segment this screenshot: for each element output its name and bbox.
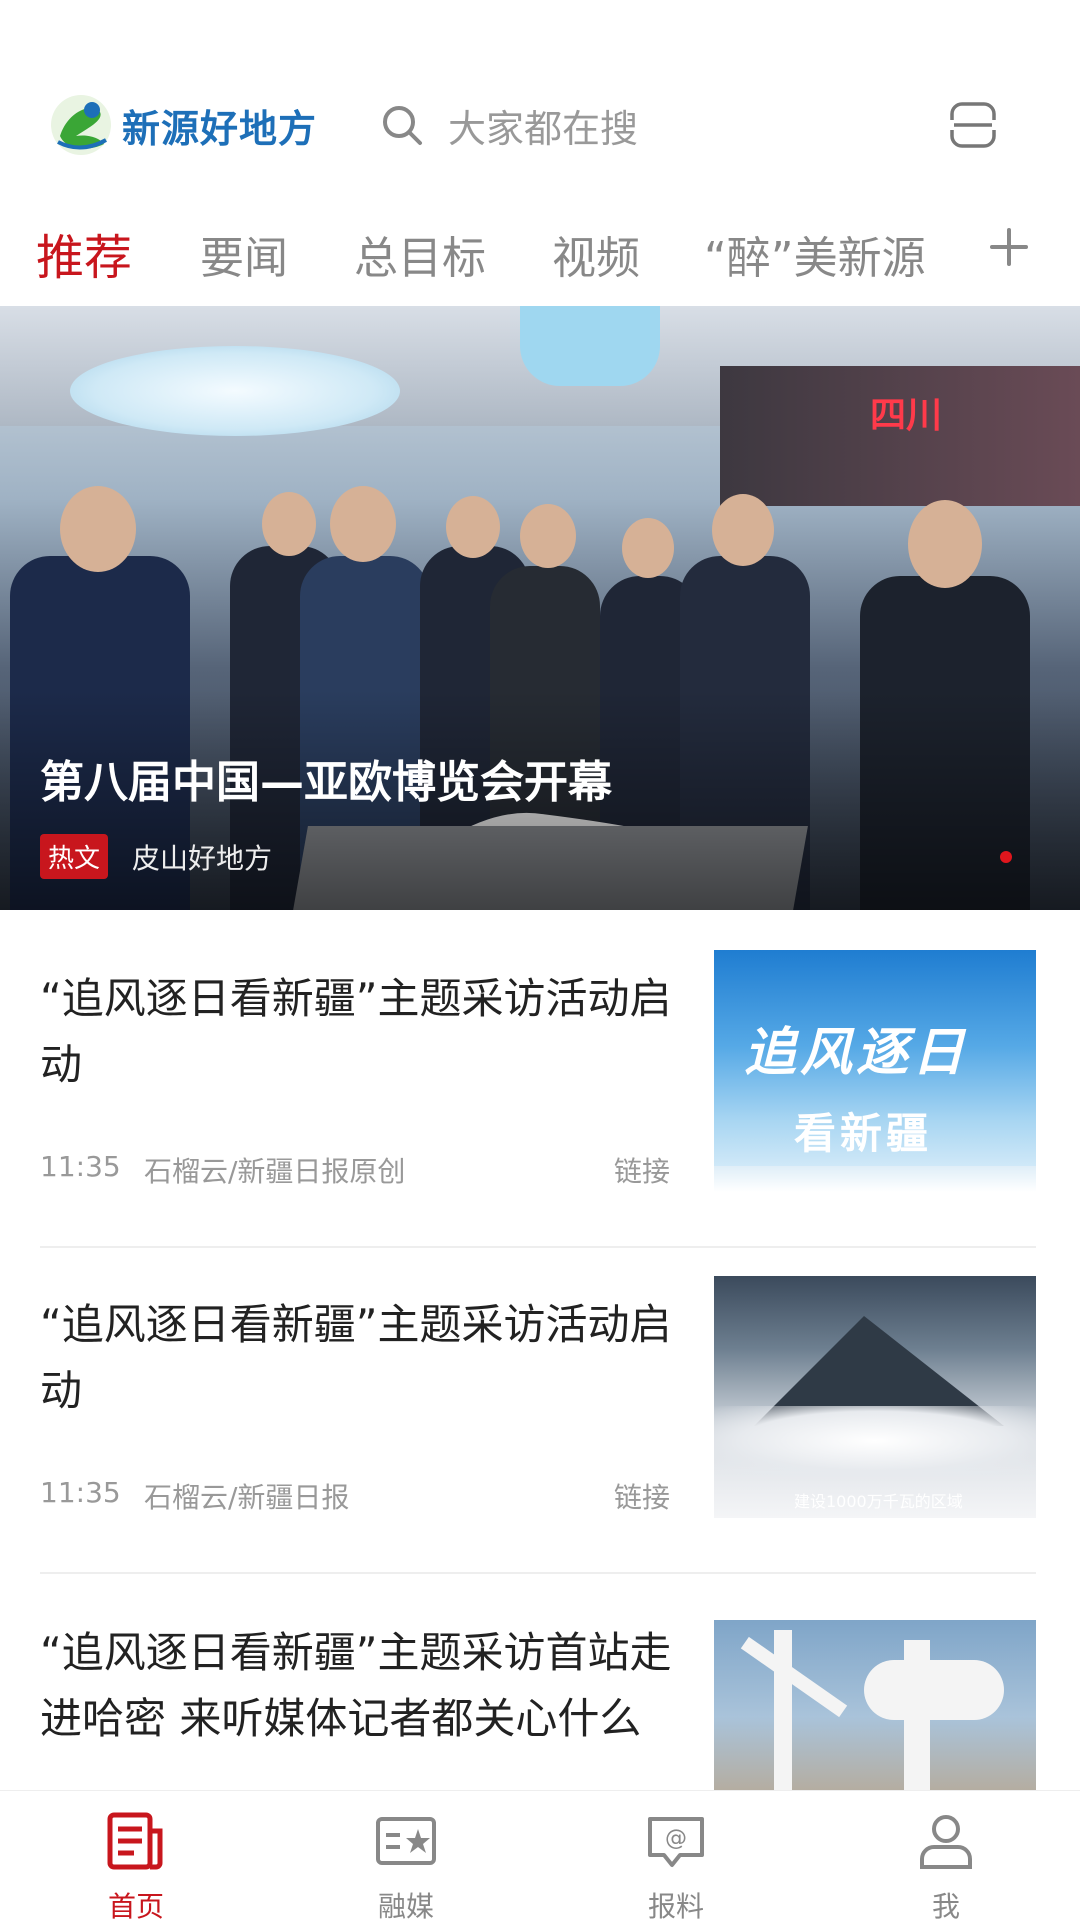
app-header: 新源好地方 大家都在搜 [0,0,1080,200]
news-item[interactable]: “追风逐日看新疆”主题采访首站走进哈密 来听媒体记者都关心什么 [0,1620,1080,1790]
news-thumbnail[interactable] [714,1620,1036,1790]
carousel-dot-active[interactable] [1000,851,1012,863]
news-time: 11:35 [40,1476,121,1509]
hero-canopy-blue [520,306,660,386]
logo-text: 新源好地方 [122,106,318,151]
news-item[interactable]: “追风逐日看新疆”主题采访活动启动 11:35 石榴云/新疆日报原创 链接 追风… [0,950,1080,1286]
turbine-blade [740,1636,848,1718]
hero-source: 皮山好地方 [132,841,273,875]
turbine-tower [774,1630,792,1790]
nav-media[interactable]: 融媒 [306,1791,506,1920]
thumb-subtitle: 看新疆 [794,1109,933,1158]
news-source: 石榴云/新疆日报原创 [144,1155,406,1188]
search-placeholder: 大家都在搜 [448,106,639,151]
nav-label: 我 [931,1890,960,1920]
news-title[interactable]: “追风逐日看新疆”主题采访活动启动 [40,1292,680,1424]
hot-badge: 热文 [40,834,109,879]
plus-icon[interactable] [984,222,1034,272]
logo-mark-icon [51,95,111,155]
hero-title[interactable]: 第八届中国—亚欧博览会开幕 [40,746,612,810]
news-thumbnail[interactable]: 建设1000万千瓦的区域 [714,1276,1036,1518]
report-chat-icon: @ [648,1817,704,1867]
user-icon [920,1815,972,1869]
scan-icon[interactable] [948,100,998,150]
thumb-cloud [714,1406,1036,1476]
tab-beautiful-xinyuan[interactable]: “醉”美新源 [704,222,926,286]
news-icon [107,1812,163,1870]
bottom-nav: 首页 融媒 @ 报料 我 [0,1790,1080,1920]
tab-recommend[interactable]: 推荐 [36,218,132,288]
channel-tabs: 推荐 要闻 总目标 视频 “醉”美新源 [0,200,1080,304]
news-link[interactable]: 链接 [614,1150,670,1190]
media-card-icon [376,1817,436,1865]
hero-booth-text: 四川 [870,395,943,436]
news-source: 石榴云/新疆日报 [144,1481,350,1514]
svg-text:@: @ [665,1826,687,1851]
news-title[interactable]: “追风逐日看新疆”主题采访首站走进哈密 来听媒体记者都关心什么 [40,1620,680,1752]
turbine-nacelle [864,1660,1004,1720]
tab-headlines[interactable]: 要闻 [200,222,288,286]
nav-home[interactable]: 首页 [36,1791,236,1920]
news-thumbnail[interactable]: 追风逐日 看新疆 [714,950,1036,1192]
app-logo[interactable]: 新源好地方 [48,92,317,158]
search-icon [383,106,422,145]
news-meta: 11:35 石榴云/新疆日报 链接 [40,1476,670,1516]
thumb-snow [714,1166,1036,1192]
hero-canopy [70,346,400,436]
nav-label: 首页 [107,1890,164,1920]
news-title[interactable]: “追风逐日看新疆”主题采访活动启动 [40,966,680,1098]
tab-general-goal[interactable]: 总目标 [354,222,486,286]
nav-label: 融媒 [377,1890,434,1920]
thumb-title: 追风逐日 [744,1023,969,1083]
nav-report[interactable]: @ 报料 [576,1791,776,1920]
news-meta: 11:35 石榴云/新疆日报原创 链接 [40,1150,670,1190]
thumb-caption: 建设1000万千瓦的区域 [794,1492,963,1511]
nav-label: 报料 [647,1890,704,1920]
hero-banner[interactable]: 四川 第八届中国—亚欧博览会开幕 热文 皮山好地方 [0,306,1080,910]
news-link[interactable]: 链接 [614,1476,670,1516]
nav-me[interactable]: 我 [846,1791,1046,1920]
hero-meta: 热文 皮山好地方 [40,834,272,879]
divider [40,1572,1036,1574]
news-time: 11:35 [40,1150,121,1183]
divider [40,1246,1036,1248]
search-bar[interactable]: 大家都在搜 [380,92,900,158]
tab-video[interactable]: 视频 [552,222,640,286]
news-item[interactable]: “追风逐日看新疆”主题采访活动启动 11:35 石榴云/新疆日报 链接 建设10… [0,1276,1080,1612]
